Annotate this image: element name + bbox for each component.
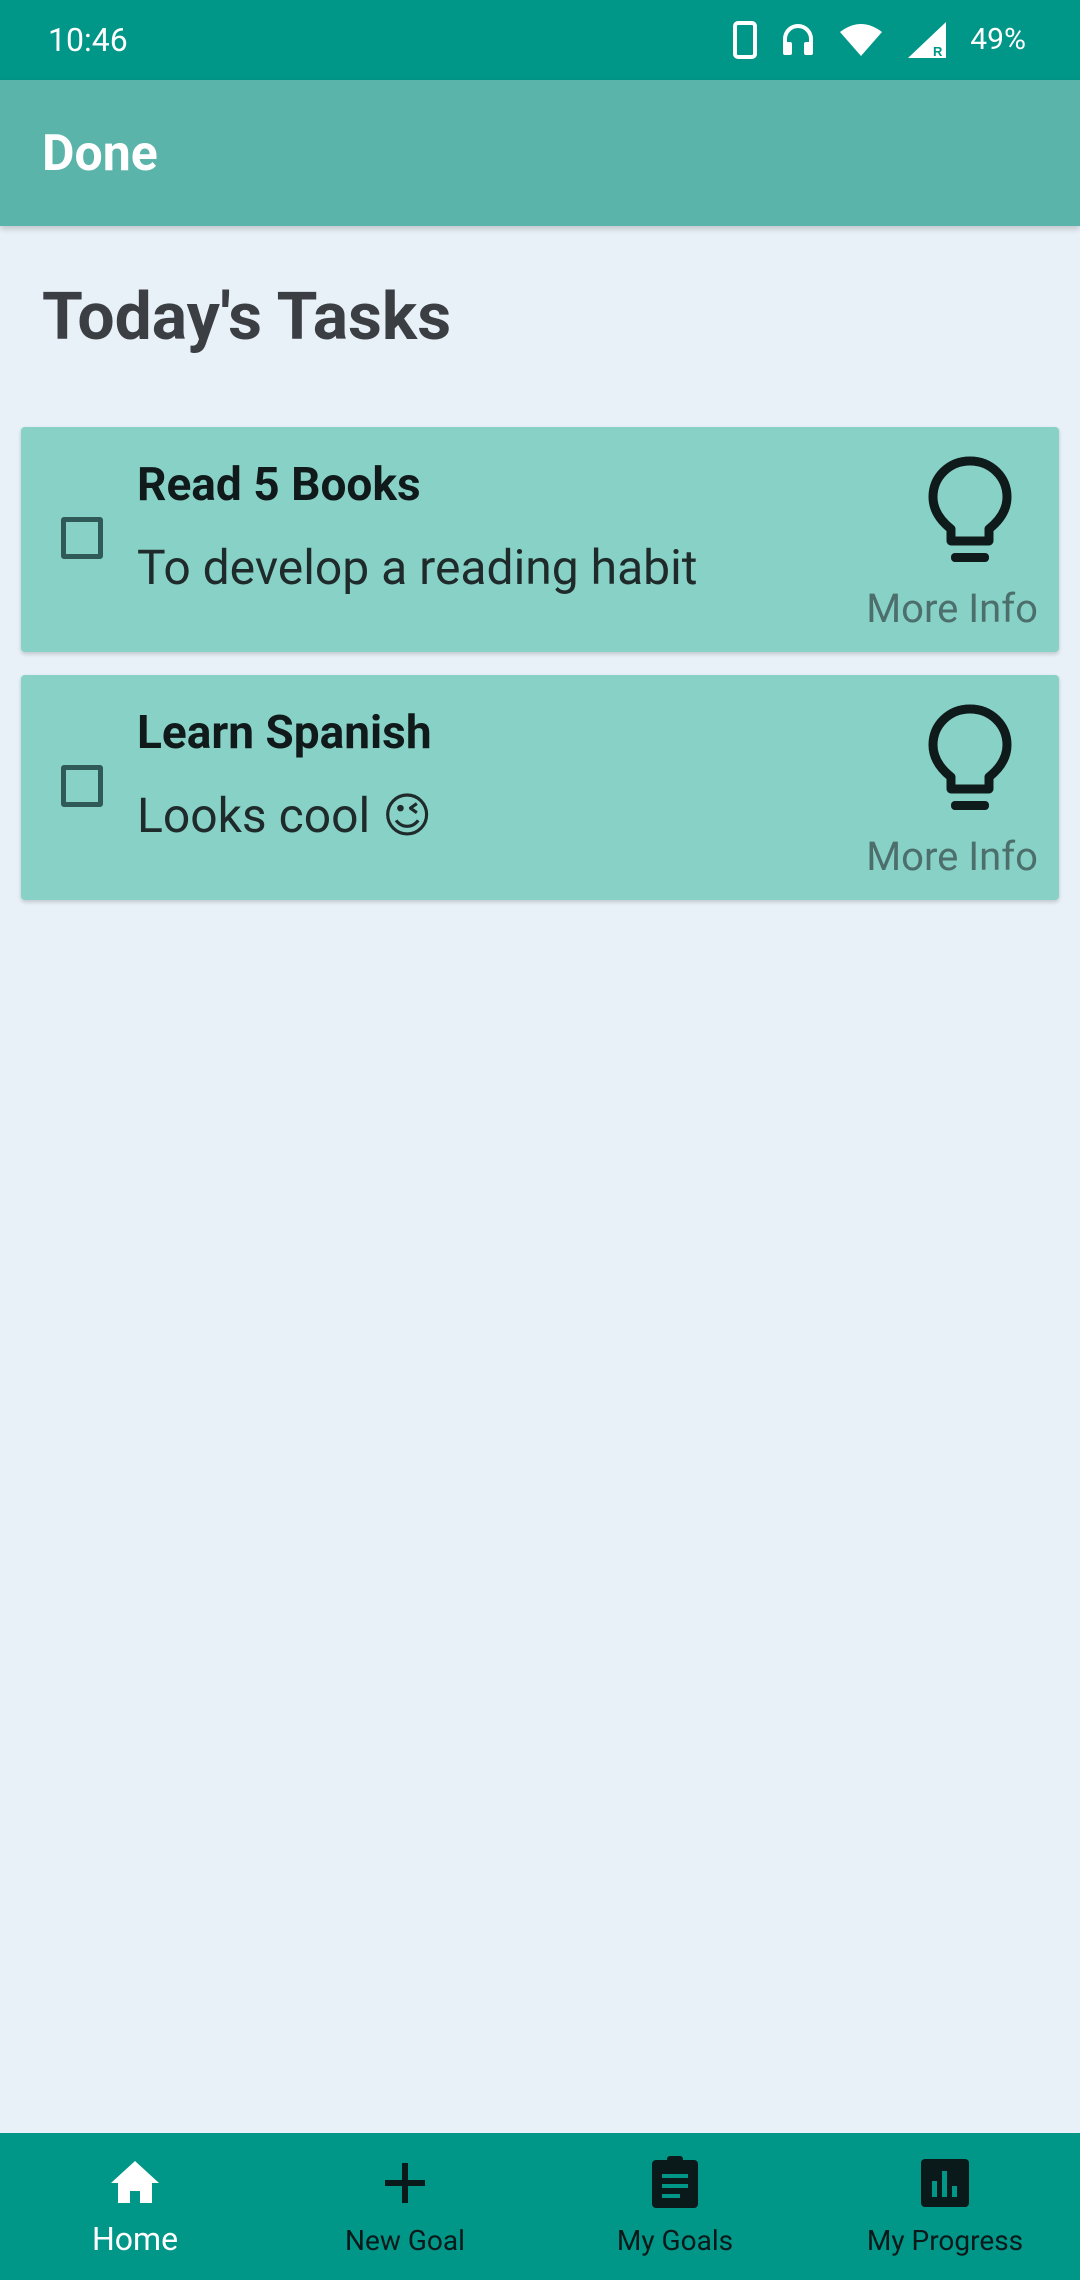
- more-info-link[interactable]: More Info: [866, 583, 1038, 635]
- task-title: Learn Spanish: [137, 706, 432, 760]
- task-card[interactable]: Learn Spanish Looks cool 😉 More Info: [21, 675, 1059, 900]
- wifi-icon: [840, 24, 883, 56]
- svg-text:R: R: [933, 44, 943, 59]
- more-info-link[interactable]: More Info: [866, 831, 1038, 883]
- status-time: 10:46: [48, 21, 128, 59]
- bottom-nav: Home New Goal My Goals My Progress: [0, 2133, 1080, 2280]
- task-checkbox[interactable]: [61, 765, 103, 807]
- lightbulb-icon[interactable]: [927, 703, 1013, 815]
- nav-item-my-progress[interactable]: My Progress: [810, 2133, 1080, 2280]
- nav-item-new-goal[interactable]: New Goal: [270, 2133, 540, 2280]
- phone-icon: [733, 21, 758, 59]
- nav-label: New Goal: [345, 2224, 465, 2257]
- task-description: To develop a reading habit: [137, 539, 698, 596]
- task-title: Read 5 Books: [137, 458, 421, 512]
- task-description: Looks cool 😉: [137, 787, 433, 844]
- task-checkbox[interactable]: [61, 517, 103, 559]
- app-bar: Done: [0, 80, 1080, 226]
- nav-item-home[interactable]: Home: [0, 2133, 270, 2280]
- task-card[interactable]: Read 5 Books To develop a reading habit …: [21, 427, 1059, 652]
- bar-chart-icon: [921, 2159, 969, 2207]
- lightbulb-icon[interactable]: [927, 455, 1013, 567]
- nav-label: My Progress: [866, 2224, 1024, 2257]
- nav-item-my-goals[interactable]: My Goals: [540, 2133, 810, 2280]
- status-icons: R 49%: [732, 18, 1026, 62]
- home-icon: [111, 2161, 159, 2203]
- headset-icon: [783, 24, 814, 55]
- page-title: Today's Tasks: [42, 279, 452, 356]
- app-bar-title: Done: [42, 125, 158, 183]
- battery-level: 49%: [970, 22, 1026, 57]
- status-bar: 10:46 R 49%: [0, 0, 1080, 80]
- signal-icon: R: [908, 22, 947, 59]
- plus-icon: [385, 2163, 425, 2203]
- nav-label: Home: [91, 2220, 179, 2258]
- clipboard-icon: [652, 2156, 698, 2208]
- nav-label: My Goals: [616, 2224, 734, 2257]
